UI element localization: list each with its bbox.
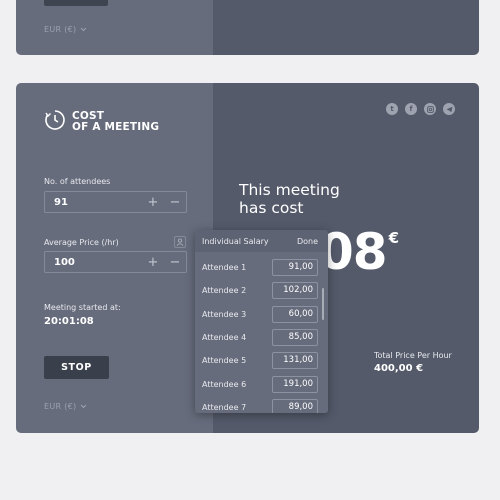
total-price-per-hour-value: 400,00 € bbox=[374, 363, 424, 374]
list-item: Attendee 3 60,00 bbox=[195, 303, 328, 326]
avg-price-plus-button[interactable]: + bbox=[142, 252, 164, 272]
currency-label: EUR (€) bbox=[44, 25, 77, 34]
popup-scrollbar[interactable] bbox=[322, 288, 324, 320]
salary-input[interactable]: 191,00 bbox=[272, 375, 318, 393]
done-button[interactable]: Done bbox=[297, 237, 318, 246]
salary-input[interactable]: 60,00 bbox=[272, 305, 318, 323]
avg-price-input[interactable]: 100 bbox=[45, 257, 142, 268]
result-headline: This meeting has cost bbox=[239, 181, 340, 217]
individual-salary-popup: Individual Salary Done Attendee 1 91,00 … bbox=[195, 230, 328, 413]
instagram-icon[interactable] bbox=[424, 103, 436, 115]
attendee-label: Attendee 1 bbox=[202, 263, 247, 273]
headline-line1: This meeting bbox=[239, 181, 340, 199]
attendees-minus-button[interactable]: − bbox=[164, 192, 186, 212]
facebook-icon[interactable]: f bbox=[405, 103, 417, 115]
total-cost-currency: € bbox=[388, 229, 399, 247]
attendee-label: Attendee 4 bbox=[202, 333, 247, 343]
currency-selector-top[interactable]: EUR (€) bbox=[44, 25, 87, 34]
avg-price-label: Average Price (/hr) bbox=[44, 238, 119, 247]
started-time: 20:01:08 bbox=[44, 316, 94, 327]
stop-button[interactable]: STOP bbox=[44, 356, 109, 379]
avg-price-minus-button[interactable]: − bbox=[164, 252, 186, 272]
attendee-label: Attendee 7 bbox=[202, 402, 247, 412]
salary-input[interactable]: 91,00 bbox=[272, 259, 318, 277]
avg-price-field: 100 + − bbox=[44, 251, 187, 273]
twitter-icon[interactable]: t bbox=[386, 103, 398, 115]
social-links: t f bbox=[386, 103, 455, 115]
salary-input[interactable]: 85,00 bbox=[272, 329, 318, 347]
list-item: Attendee 7 89,00 bbox=[195, 396, 328, 413]
currency-selector[interactable]: EUR (€) bbox=[44, 402, 87, 411]
chevron-down-icon bbox=[80, 402, 87, 411]
previous-card: EUR (€) bbox=[16, 0, 479, 55]
attendees-field: 91 + − bbox=[44, 191, 187, 213]
currency-label: EUR (€) bbox=[44, 402, 77, 411]
salary-input[interactable]: 131,00 bbox=[272, 352, 318, 370]
chevron-down-icon bbox=[80, 25, 87, 34]
attendee-label: Attendee 5 bbox=[202, 356, 247, 366]
total-price-per-hour-label: Total Price Per Hour bbox=[374, 351, 452, 360]
attendees-input[interactable]: 91 bbox=[45, 197, 142, 208]
popup-title: Individual Salary bbox=[202, 236, 269, 246]
previous-card-left: EUR (€) bbox=[16, 0, 213, 55]
app-title: COST OF A MEETING bbox=[72, 111, 159, 133]
list-item: Attendee 4 85,00 bbox=[195, 326, 328, 349]
app-title-line2: OF A MEETING bbox=[72, 121, 160, 133]
app-logo: COST OF A MEETING bbox=[44, 109, 159, 135]
attendee-label: Attendee 3 bbox=[202, 309, 247, 319]
list-item: Attendee 1 91,00 bbox=[195, 256, 328, 279]
started-label: Meeting started at: bbox=[44, 303, 121, 312]
attendees-label: No. of attendees bbox=[44, 177, 111, 186]
salary-input[interactable]: 102,00 bbox=[272, 282, 318, 300]
attendee-label: Attendee 6 bbox=[202, 379, 247, 389]
attendees-plus-button[interactable]: + bbox=[142, 192, 164, 212]
salary-list: Attendee 1 91,00 Attendee 2 102,00 Atten… bbox=[195, 256, 328, 413]
clock-icon bbox=[44, 109, 66, 135]
list-item: Attendee 6 191,00 bbox=[195, 372, 328, 395]
attendee-label: Attendee 2 bbox=[202, 286, 247, 296]
list-item: Attendee 2 102,00 bbox=[195, 279, 328, 302]
list-item: Attendee 5 131,00 bbox=[195, 349, 328, 372]
salary-input[interactable]: 89,00 bbox=[272, 398, 318, 413]
previous-card-right bbox=[213, 0, 479, 55]
telegram-icon[interactable] bbox=[443, 103, 455, 115]
popup-header: Individual Salary Done bbox=[195, 230, 328, 252]
previous-stop-button[interactable] bbox=[44, 0, 108, 6]
headline-line2: has cost bbox=[239, 199, 304, 217]
input-panel: COST OF A MEETING No. of attendees 91 + … bbox=[16, 83, 213, 433]
person-icon[interactable] bbox=[174, 236, 186, 248]
